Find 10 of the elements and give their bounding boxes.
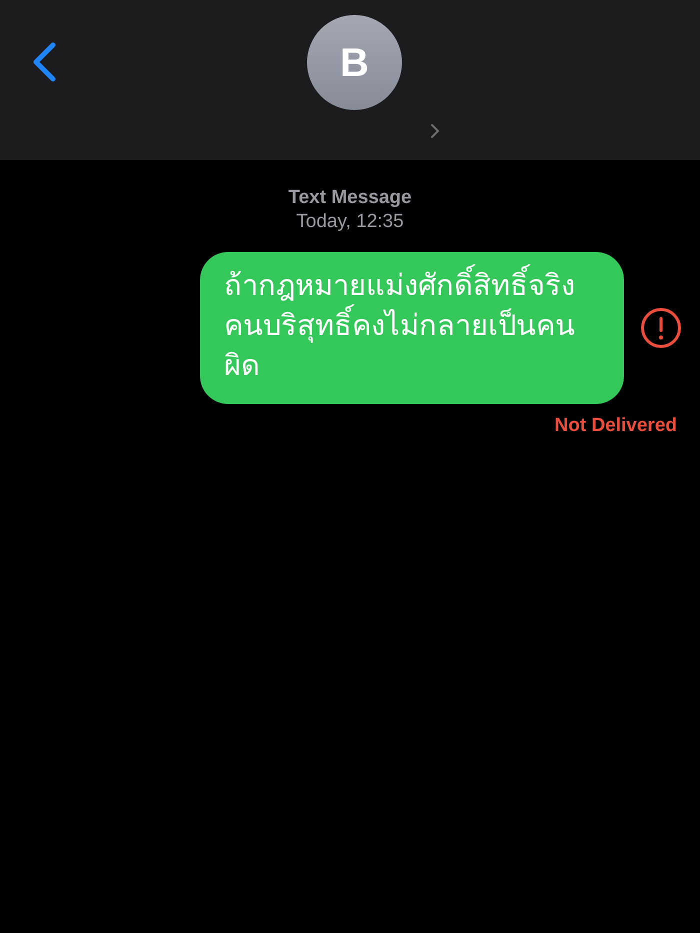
message-text: ผิด [224, 349, 261, 384]
chevron-right-icon[interactable] [430, 123, 440, 139]
timestamp: Today, 12:35 [296, 210, 404, 234]
error-icon[interactable] [640, 307, 682, 349]
service-label: Text Message [288, 186, 412, 210]
message-text: คนบริสุทธิ์คงไม่กลายเป็นคน [224, 306, 594, 346]
contact-avatar[interactable]: B [307, 15, 402, 110]
message-bubble[interactable]: ถ้ากฎหมายแม่งศักดิ์สิทธิ์จริง คนบริสุทธิ์คงไม่กลายเป็นคน ผิด [200, 252, 624, 404]
back-icon[interactable] [32, 42, 56, 82]
delivery-status: Not Delivered [554, 414, 677, 438]
